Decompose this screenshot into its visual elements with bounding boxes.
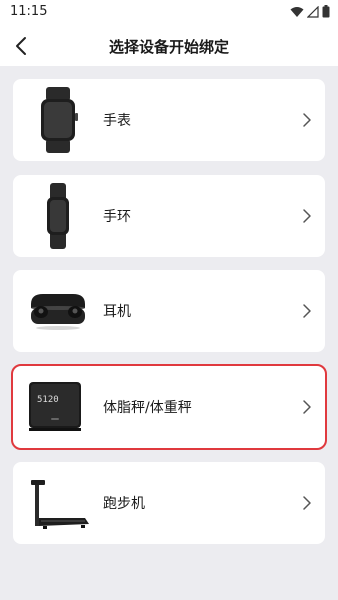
chevron-right-icon xyxy=(303,113,311,127)
device-label: 手表 xyxy=(103,113,131,129)
device-card-treadmill[interactable]: 跑步机 xyxy=(13,462,325,544)
chevron-right-icon xyxy=(303,400,311,414)
cellular-signal-icon xyxy=(307,5,319,18)
wifi-icon xyxy=(290,6,304,17)
chevron-right-icon xyxy=(303,304,311,318)
device-card-scale[interactable]: 5120 体脂秤/体重秤 xyxy=(11,364,327,450)
chevron-right-icon xyxy=(303,496,311,510)
device-label: 耳机 xyxy=(103,304,131,320)
device-card-band[interactable]: 手环 xyxy=(13,175,325,257)
battery-icon xyxy=(322,5,330,18)
status-bar: 11:15 xyxy=(0,0,338,26)
chevron-right-icon xyxy=(303,209,311,223)
device-card-earbuds[interactable]: 耳机 xyxy=(13,270,325,352)
smartwatch-icon xyxy=(41,87,78,153)
status-time: 11:15 xyxy=(10,4,48,19)
device-label: 跑步机 xyxy=(103,496,145,512)
treadmill-icon xyxy=(31,480,89,529)
device-label: 体脂秤/体重秤 xyxy=(103,400,192,416)
fitness-band-icon xyxy=(47,183,69,249)
scale-reading: 5120 xyxy=(37,395,59,405)
page-title: 选择设备开始绑定 xyxy=(108,38,229,56)
device-card-watch[interactable]: 手表 xyxy=(13,79,325,161)
nav-bar: 选择设备开始绑定 xyxy=(0,26,338,66)
status-icons xyxy=(290,5,330,18)
body-scale-icon: 5120 xyxy=(29,382,81,431)
device-label: 手环 xyxy=(103,209,131,225)
earbuds-icon xyxy=(31,294,85,330)
